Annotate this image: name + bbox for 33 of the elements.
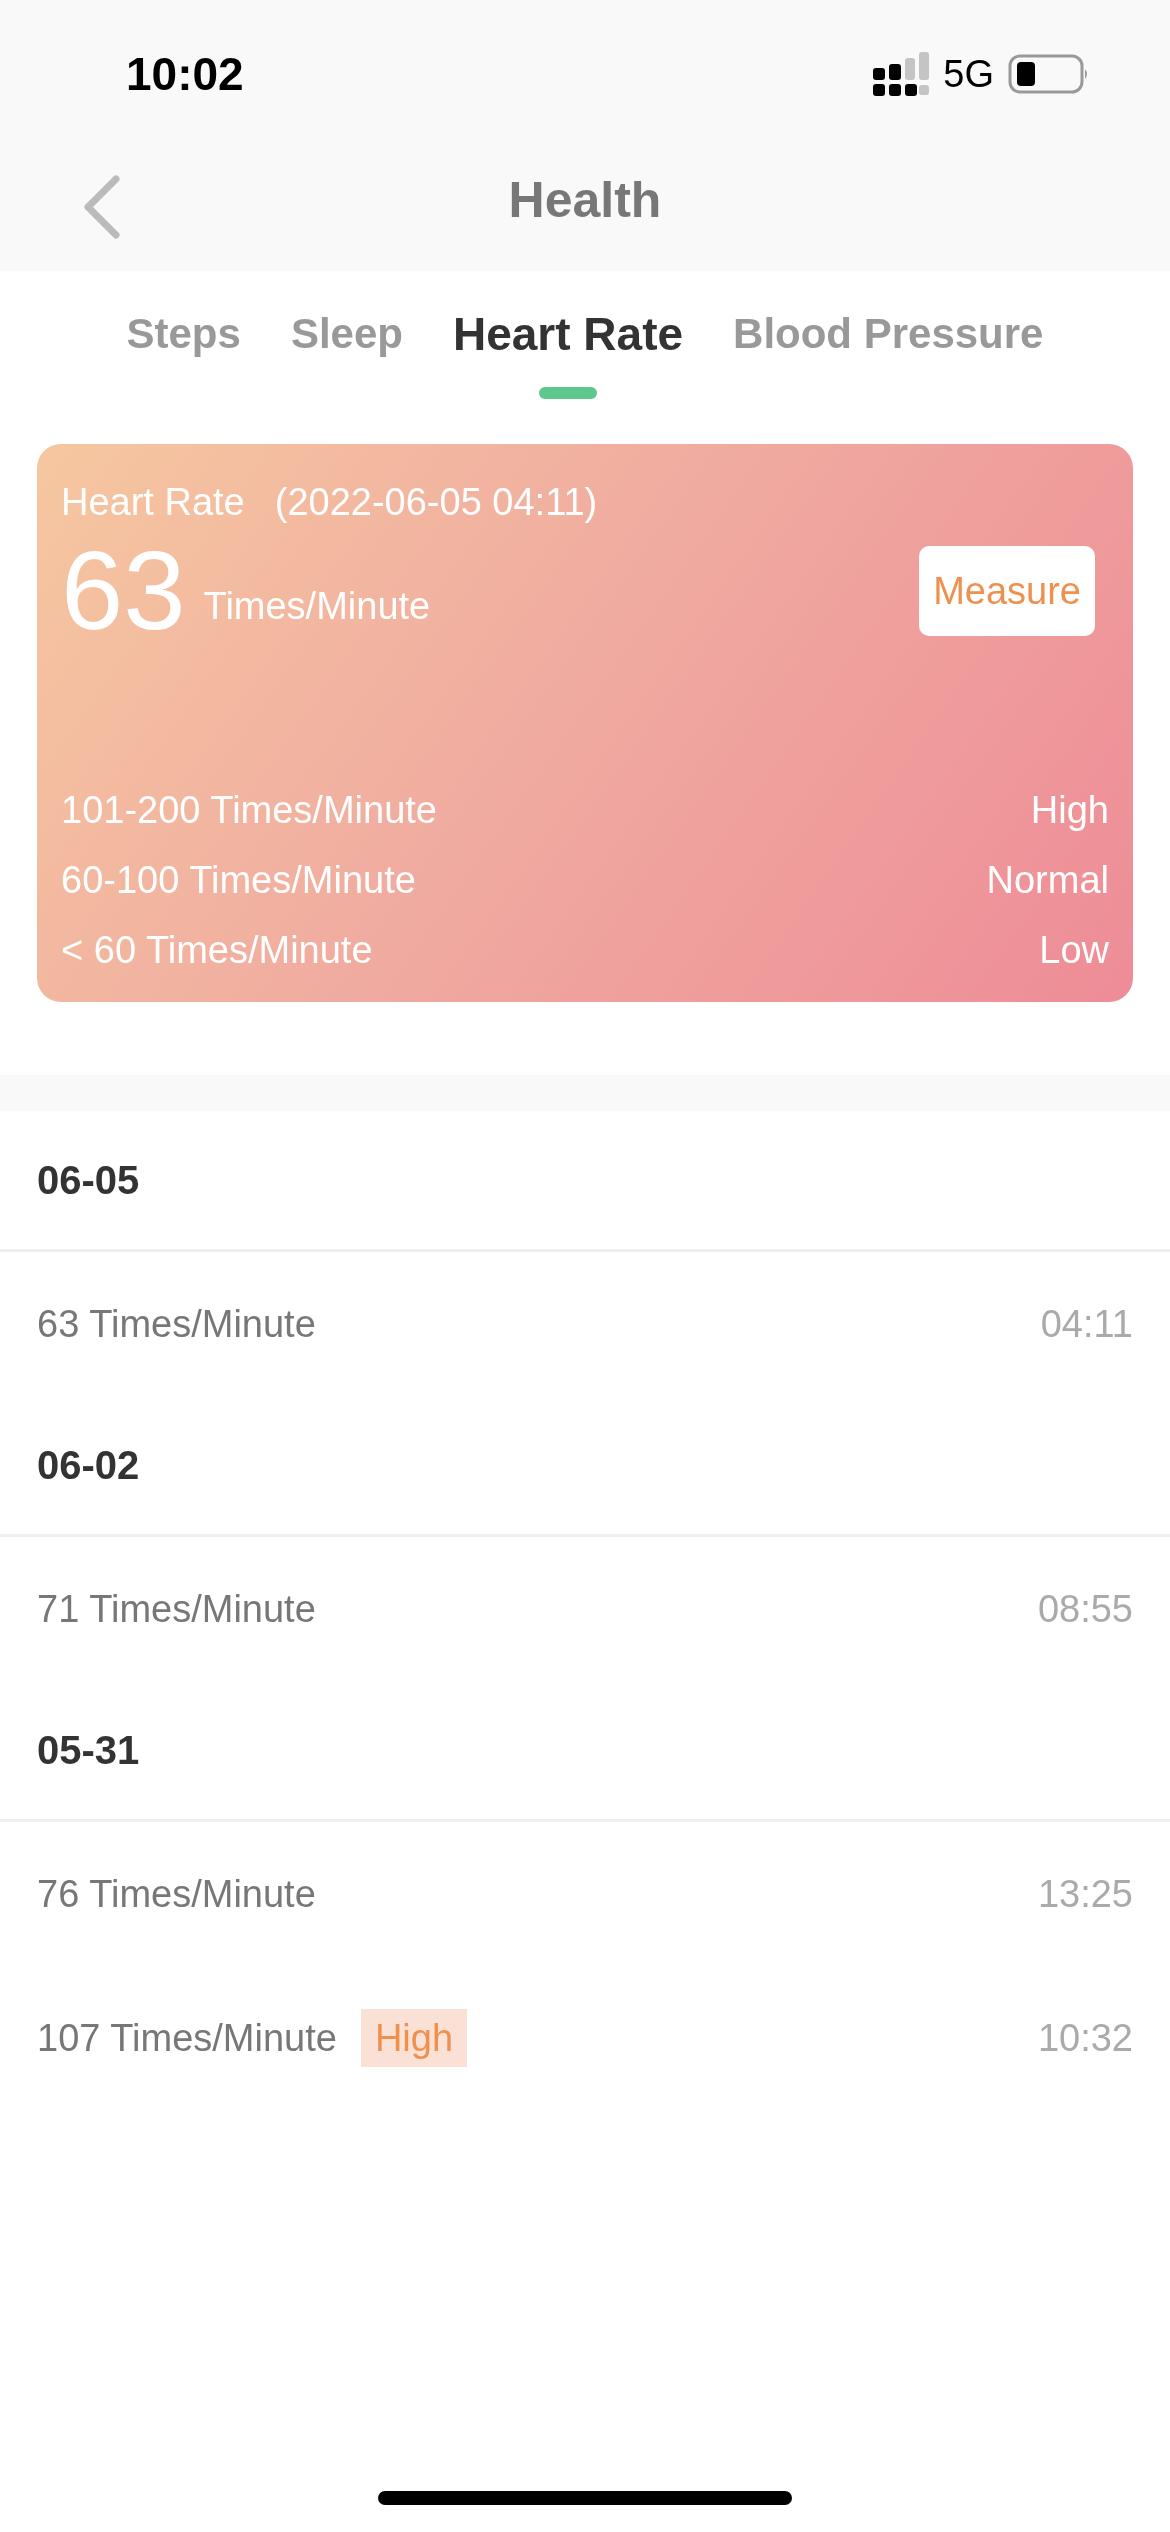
reading-text: 76 Times/Minute: [37, 1871, 316, 1917]
network-label: 5G: [943, 51, 994, 97]
range-label: High: [1030, 788, 1109, 833]
reading-text: 71 Times/Minute: [37, 1586, 316, 1632]
date-header: 06-02: [37, 1442, 140, 1489]
range-label: Normal: [986, 858, 1109, 903]
heart-rate-value: 63: [61, 535, 186, 647]
signal-icon: [873, 52, 930, 96]
date-header: 05-31: [37, 1727, 140, 1774]
card-title: Heart Rate: [61, 480, 245, 525]
range-text: < 60 Times/Minute: [61, 928, 373, 973]
status-tag: High: [360, 2009, 468, 2067]
reading-time: 08:55: [1037, 1586, 1133, 1632]
reading-time: 04:11: [1040, 1301, 1133, 1347]
tab[interactable]: Blood Pressure: [733, 311, 1044, 355]
heart-rate-unit: Times/Minute: [203, 584, 431, 629]
measure-timestamp: (2022-06-05 04:11): [274, 480, 598, 525]
reading-text: 107 Times/Minute: [37, 2015, 337, 2061]
status-time: 10:02: [126, 46, 244, 102]
battery-icon: [1008, 54, 1090, 94]
tab[interactable]: Steps: [126, 311, 241, 355]
tab[interactable]: Sleep: [290, 311, 403, 355]
reading-time: 13:25: [1037, 1871, 1133, 1917]
back-icon[interactable]: [82, 175, 122, 239]
range-label: Low: [1039, 928, 1109, 973]
date-header: 06-05: [37, 1157, 140, 1204]
measure-button[interactable]: Measure: [919, 546, 1095, 636]
tab[interactable]: Heart Rate: [452, 311, 684, 357]
reading-time: 10:32: [1037, 2015, 1133, 2061]
range-text: 101-200 Times/Minute: [61, 788, 437, 833]
range-text: 60-100 Times/Minute: [61, 858, 416, 903]
reading-text: 63 Times/Minute: [37, 1301, 316, 1347]
page-title: Health: [508, 171, 662, 230]
